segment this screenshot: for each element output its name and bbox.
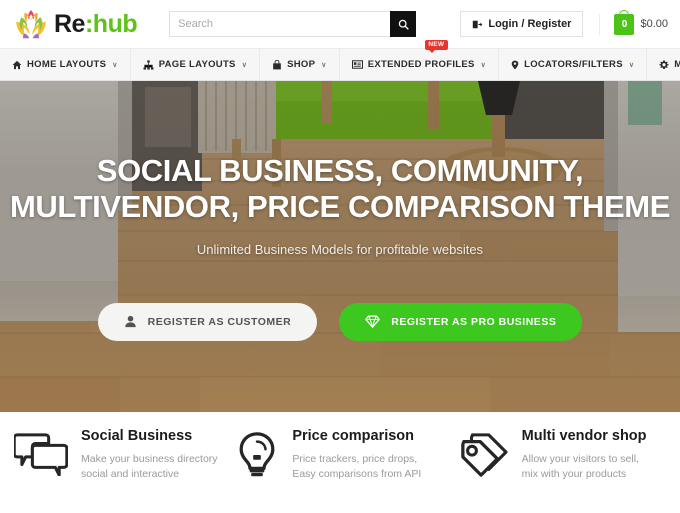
chat-bubbles-icon [12, 429, 69, 481]
cart-count: 0 [621, 18, 628, 30]
gear-icon [659, 60, 669, 70]
cart-widget[interactable]: 0 $0.00 [599, 9, 668, 35]
feature-desc-line2: Easy comparisons from API [292, 467, 422, 480]
sitemap-icon [143, 59, 154, 70]
header-account-area: Login / Register 0 $0.00 [460, 9, 668, 37]
nav-label-shop: Shop [287, 59, 316, 70]
hero-content: SOCIAL BUSINESS, COMMUNITY, MULTIVENDOR,… [0, 81, 680, 412]
feature-text-block: Price comparison Price trackers, price d… [292, 428, 421, 482]
register-as-customer-button[interactable]: Register as Customer [97, 302, 318, 341]
logo-text-colon: : [84, 9, 93, 38]
feature-text-block: Multi vendor shop Allow your visitors to… [521, 428, 647, 482]
sign-in-icon [473, 20, 483, 28]
shopping-bag-icon [272, 59, 282, 70]
nav-item-locators-filters[interactable]: Locators/Filters ∨ [499, 49, 648, 80]
features-section: Social Business Make your business direc… [0, 412, 680, 513]
register-as-pro-business-button[interactable]: Register as Pro Business [339, 302, 583, 341]
bag-handle [619, 9, 630, 18]
search-input[interactable] [169, 11, 391, 37]
nav-label-home-layouts: Home Layouts [27, 59, 107, 70]
main-navigation: Home Layouts ∨ Page Layouts ∨ Shop ∨ [0, 40, 680, 81]
home-icon [12, 60, 22, 70]
feature-description: Make your business directory social and … [81, 452, 218, 482]
login-register-label: Login / Register [488, 18, 572, 30]
nav-item-extended-profiles[interactable]: Extended Profiles ∨ NEW [340, 40, 500, 80]
search-bar [169, 11, 417, 37]
map-pin-icon [511, 60, 519, 70]
diamond-icon [365, 315, 381, 329]
logo-wordmark: Re:hub [54, 9, 138, 38]
logo-text-hub: hub [92, 9, 138, 38]
feature-multi-vendor-shop: Multi vendor shop Allow your visitors to… [451, 428, 672, 483]
chevron-down-icon: ∨ [628, 61, 635, 69]
chevron-down-icon: ∨ [241, 61, 248, 69]
cart-total: $0.00 [640, 18, 668, 30]
nav-item-mega-menu[interactable]: Mega Menu ∨ [647, 49, 680, 80]
site-logo[interactable]: Re:hub [14, 9, 138, 39]
lightbulb-icon [235, 429, 279, 483]
search-button[interactable] [390, 11, 417, 37]
nav-label-extended-profiles: Extended Profiles [367, 59, 475, 70]
feature-title: Multi vendor shop [521, 428, 647, 444]
feature-description: Allow your visitors to sell, mix with yo… [522, 452, 647, 482]
feature-text-block: Social Business Make your business direc… [81, 428, 218, 482]
login-register-button[interactable]: Login / Register [460, 11, 584, 37]
feature-desc-line2: social and interactive [81, 467, 180, 480]
shopping-bag-icon: 0 [614, 9, 635, 35]
search-icon [398, 19, 409, 30]
lotus-flower-icon [16, 10, 46, 39]
hero-subtitle: Unlimited Business Models for profitable… [196, 241, 484, 257]
nav-item-page-layouts[interactable]: Page Layouts ∨ [131, 49, 261, 80]
nav-item-home-layouts[interactable]: Home Layouts ∨ [0, 49, 131, 80]
chevron-down-icon: ∨ [321, 61, 327, 69]
register-as-pro-business-label: Register as Pro Business [391, 315, 557, 328]
feature-desc-line1: Make your business directory [81, 452, 218, 465]
nav-item-shop[interactable]: Shop ∨ [260, 49, 340, 80]
user-icon [124, 316, 136, 328]
site-header: Re:hub Login / Register 0 $0.00 [0, 0, 680, 48]
feature-desc-line2: mix with your products [521, 467, 627, 480]
nav-label-page-layouts: Page Layouts [158, 59, 236, 70]
id-card-icon [351, 60, 363, 69]
hero-cta-group: Register as Customer Register as Pro Bus… [97, 302, 583, 341]
feature-desc-line1: Price trackers, price drops, [292, 452, 418, 465]
hero-title: SOCIAL BUSINESS, COMMUNITY, MULTIVENDOR,… [10, 153, 670, 224]
feature-description: Price trackers, price drops, Easy compar… [292, 452, 421, 482]
feature-social-business: Social Business Make your business direc… [8, 428, 229, 482]
feature-price-comparison: Price comparison Price trackers, price d… [229, 428, 450, 483]
nav-label-locators-filters: Locators/Filters [524, 59, 623, 70]
price-tags-icon [457, 429, 509, 483]
feature-title: Social Business [81, 428, 193, 444]
feature-desc-line1: Allow your visitors to sell, [521, 452, 639, 465]
register-as-customer-label: Register as Customer [147, 315, 292, 328]
nav-label-mega-menu: Mega Menu [674, 59, 680, 70]
chevron-down-icon: ∨ [112, 61, 118, 69]
new-badge: NEW [424, 40, 448, 52]
chevron-down-icon: ∨ [480, 61, 487, 69]
logo-text-re: Re [54, 9, 85, 38]
hero-banner: SOCIAL BUSINESS, COMMUNITY, MULTIVENDOR,… [0, 81, 680, 412]
feature-title: Price comparison [292, 428, 415, 444]
